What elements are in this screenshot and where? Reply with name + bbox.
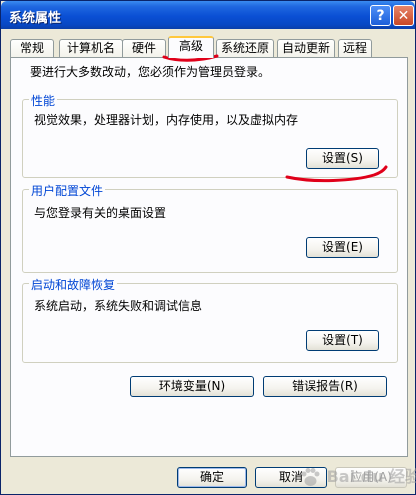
startup-recovery-group-title: 启动和故障恢复 xyxy=(29,276,118,293)
startup-recovery-description: 系统启动，系统失败和调试信息 xyxy=(34,299,203,313)
system-properties-window: 系统属性 ? ✕ 常规 计算机名 硬件 高级 系统还原 自动更新 远程 要进行大… xyxy=(0,0,416,495)
paw-icon xyxy=(301,467,320,486)
tab-general[interactable]: 常规 xyxy=(10,39,54,58)
user-profiles-group-title: 用户配置文件 xyxy=(29,182,106,199)
advanced-tab-panel: 要进行大多数改动，您必须作为管理员登录。 性能 视觉效果，处理器计划，内存使用，… xyxy=(10,57,408,457)
title-bar[interactable]: 系统属性 ? ✕ xyxy=(1,1,415,29)
performance-settings-button[interactable]: 设置(S) xyxy=(306,148,379,169)
tab-system-restore[interactable]: 系统还原 xyxy=(216,39,274,58)
startup-recovery-settings-button[interactable]: 设置(T) xyxy=(306,330,379,351)
window-title: 系统属性 xyxy=(9,11,62,26)
performance-group: 性能 视觉效果，处理器计划，内存使用，以及虚拟内存 设置(S) xyxy=(22,92,398,178)
close-icon: ✕ xyxy=(397,7,410,24)
startup-recovery-group: 启动和故障恢复 系统启动，系统失败和调试信息 设置(T) xyxy=(22,276,398,363)
ok-button[interactable]: 确定 xyxy=(177,467,247,488)
performance-group-title: 性能 xyxy=(29,92,58,109)
tab-strip: 常规 计算机名 硬件 高级 系统还原 自动更新 远程 xyxy=(10,36,410,58)
baidu-watermark: Bai du 经验 xyxy=(299,463,416,493)
close-button[interactable]: ✕ xyxy=(393,5,414,26)
help-button[interactable]: ? xyxy=(370,5,391,26)
tab-advanced[interactable]: 高级 xyxy=(168,36,214,58)
user-profiles-settings-button[interactable]: 设置(E) xyxy=(306,237,379,258)
tab-hardware[interactable]: 硬件 xyxy=(122,39,166,58)
environment-variables-button[interactable]: 环境变量(N) xyxy=(130,376,254,397)
performance-description: 视觉效果，处理器计划，内存使用，以及虚拟内存 xyxy=(34,113,299,127)
tab-automatic-updates[interactable]: 自动更新 xyxy=(277,39,335,58)
error-reporting-button[interactable]: 错误报告(R) xyxy=(263,376,387,397)
tab-computer-name[interactable]: 计算机名 xyxy=(59,39,123,58)
user-profiles-group: 用户配置文件 与您登录有关的桌面设置 设置(E) xyxy=(22,182,398,273)
tab-remote[interactable]: 远程 xyxy=(338,39,372,58)
help-icon: ? xyxy=(376,7,385,24)
watermark-text: Bai du 经验 xyxy=(326,467,416,486)
admin-notice: 要进行大多数改动，您必须作为管理员登录。 xyxy=(30,65,271,79)
user-profiles-description: 与您登录有关的桌面设置 xyxy=(34,206,167,220)
